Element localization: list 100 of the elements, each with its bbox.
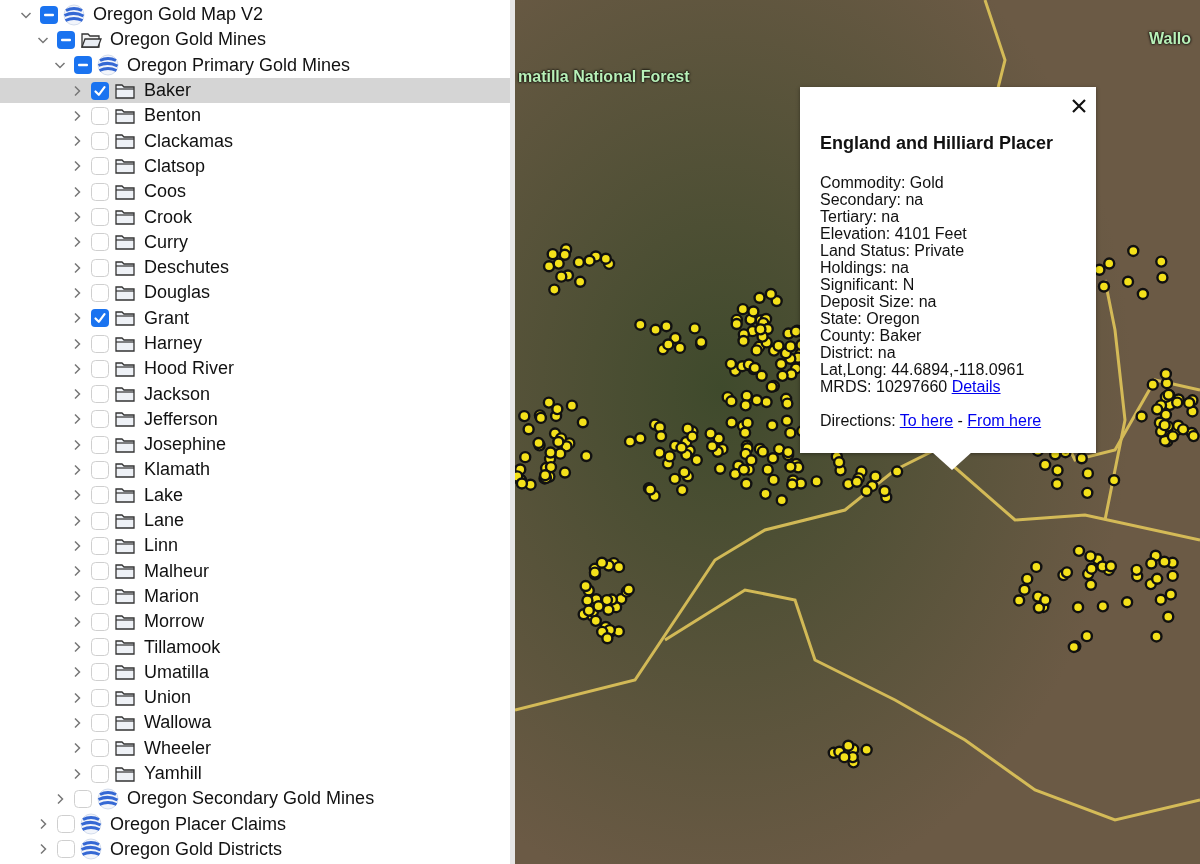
to-here-link[interactable]: To here	[899, 412, 954, 429]
tree-row[interactable]: Umatilla	[0, 659, 510, 685]
checkbox[interactable]	[91, 208, 109, 226]
tree-row[interactable]: Benton	[0, 103, 510, 129]
tree-item-label: Baker	[144, 80, 192, 102]
tree-row[interactable]: Clatsop	[0, 153, 510, 180]
tree-row[interactable]: Jackson	[0, 381, 510, 407]
tree-row[interactable]: Linn	[0, 533, 510, 559]
checkbox[interactable]	[91, 157, 109, 176]
tree-row[interactable]: Hood River	[0, 356, 510, 382]
checkbox[interactable]	[91, 511, 109, 530]
tree-row[interactable]: Harney	[0, 330, 510, 357]
checkbox[interactable]	[91, 739, 109, 758]
checkbox[interactable]	[91, 587, 109, 606]
tree-item-label: Linn	[144, 535, 179, 557]
checkbox[interactable]	[91, 334, 109, 353]
checkbox[interactable]	[74, 56, 92, 75]
tree-item-label: Yamhill	[144, 763, 202, 785]
checkbox[interactable]	[91, 713, 109, 732]
info-line: Tertiary: na	[820, 208, 901, 225]
tree-row[interactable]: Wallowa	[0, 710, 510, 736]
checkbox[interactable]	[91, 612, 109, 631]
tree-row[interactable]: Oregon Secondary Gold Mines	[0, 786, 510, 812]
checkbox[interactable]	[91, 283, 109, 302]
checkbox[interactable]	[91, 486, 109, 505]
checkbox[interactable]	[91, 764, 109, 783]
checkbox[interactable]	[91, 536, 109, 555]
tree-row[interactable]: Josephine	[0, 432, 510, 458]
tree-row[interactable]: Curry	[0, 229, 510, 255]
tree-item-label: Jackson	[144, 383, 211, 405]
tree-row[interactable]: Yamhill	[0, 760, 510, 787]
checkbox[interactable]	[91, 638, 109, 657]
checkbox[interactable]	[91, 233, 109, 252]
info-line: Land Status: Private	[820, 242, 966, 259]
globe-icon	[80, 813, 102, 836]
info-line: County: Baker	[820, 327, 923, 344]
checkbox[interactable]	[91, 132, 109, 151]
tree-row[interactable]: Oregon Gold Mines	[0, 27, 510, 53]
tree-row[interactable]: Lake	[0, 482, 510, 508]
checkbox[interactable]	[91, 562, 109, 581]
tree-row[interactable]: Deschutes	[0, 254, 510, 281]
globe-icon	[97, 54, 119, 77]
tree-row[interactable]: Lane	[0, 507, 510, 534]
info-line: District: na	[820, 344, 897, 361]
checkbox[interactable]	[91, 359, 109, 378]
checkbox[interactable]	[57, 840, 75, 859]
tree-item-label: Benton	[144, 105, 202, 127]
tree-row[interactable]: Morrow	[0, 609, 510, 635]
tree-item-label: Lake	[144, 484, 184, 506]
tree-item-label: Oregon Secondary Gold Mines	[127, 788, 375, 810]
checkbox[interactable]	[74, 789, 92, 808]
tree-row[interactable]: Grant	[0, 305, 510, 331]
tree-row[interactable]: Crook	[0, 204, 510, 230]
checkbox[interactable]	[91, 258, 109, 277]
popup-title: England and Hilliard Placer	[820, 133, 1055, 154]
tree-row[interactable]: Baker	[0, 77, 510, 104]
info-line: State: Oregon	[820, 310, 921, 327]
globe-icon	[63, 3, 85, 26]
tree-row[interactable]: Marion	[0, 583, 510, 610]
globe-icon	[80, 838, 102, 861]
checkbox[interactable]	[91, 385, 109, 404]
info-line: Lat,Long: 44.6894,-118.0961	[820, 361, 1026, 378]
tree-item-label: Jefferson	[144, 408, 218, 430]
checkbox[interactable]	[91, 309, 109, 328]
tree-row[interactable]: Jefferson	[0, 406, 510, 433]
tree-item-label: Klamath	[144, 459, 211, 481]
tree-item-label: Malheur	[144, 560, 210, 582]
tree-row[interactable]: Clackamas	[0, 128, 510, 154]
details-link[interactable]: Details	[951, 378, 1001, 395]
tree-item-label: Crook	[144, 206, 192, 228]
tree-row[interactable]: Tillamook	[0, 634, 510, 660]
tree-item-label: Josephine	[144, 434, 227, 456]
checkbox[interactable]	[91, 410, 109, 429]
checkbox[interactable]	[91, 435, 109, 454]
checkbox[interactable]	[91, 182, 109, 201]
tree-row[interactable]: Wheeler	[0, 735, 510, 761]
tree-row[interactable]: Douglas	[0, 280, 510, 306]
tree-row[interactable]: Klamath	[0, 457, 510, 483]
from-here-link[interactable]: From here	[967, 412, 1042, 429]
tree-row[interactable]: Coos	[0, 179, 510, 205]
checkbox[interactable]	[91, 81, 109, 100]
tree-row[interactable]: Oregon Gold Districts	[0, 836, 510, 863]
tree-row[interactable]: Oregon Placer Claims	[0, 811, 510, 837]
tree-row[interactable]: Oregon Primary Gold Mines	[0, 52, 510, 78]
close-button[interactable]	[1070, 97, 1088, 115]
checkbox[interactable]	[40, 5, 58, 24]
checkbox[interactable]	[91, 688, 109, 707]
tree-row[interactable]: Malheur	[0, 558, 510, 584]
tree-row[interactable]: Oregon Gold Map V2	[0, 2, 510, 28]
checkbox[interactable]	[91, 461, 109, 479]
checkbox[interactable]	[57, 30, 75, 49]
tree-item-label: Coos	[144, 181, 187, 203]
tree-item-label: Tillamook	[144, 636, 221, 658]
tree-item-label: Deschutes	[144, 257, 230, 279]
checkbox[interactable]	[57, 815, 75, 834]
checkbox[interactable]	[91, 663, 109, 682]
tree-row[interactable]: Union	[0, 685, 510, 711]
checkbox[interactable]	[91, 106, 109, 125]
tree-item-label: Oregon Primary Gold Mines	[127, 54, 351, 76]
info-line: Commodity: Gold	[820, 174, 945, 191]
